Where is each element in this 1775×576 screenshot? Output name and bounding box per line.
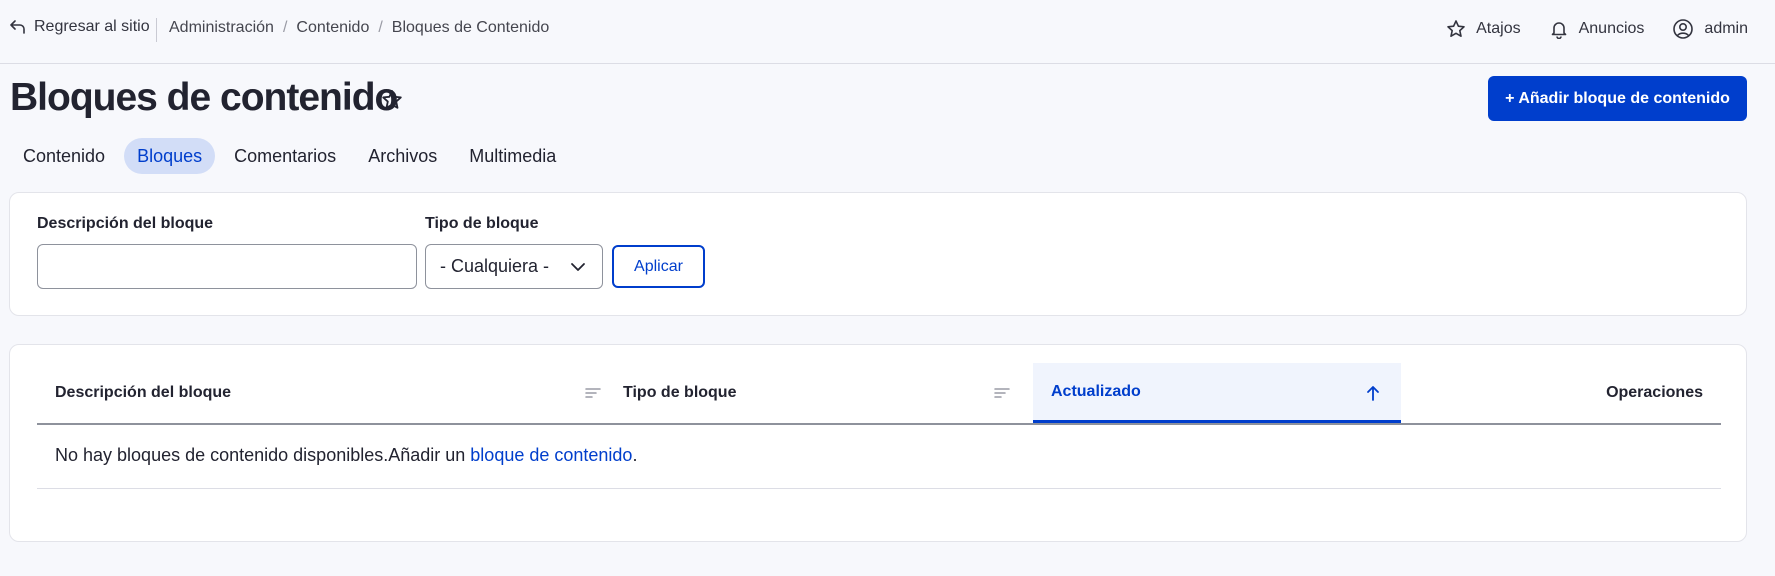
breadcrumb-item-contenido[interactable]: Contenido <box>296 19 369 37</box>
apply-filter-button[interactable]: Aplicar <box>612 245 705 288</box>
sort-icon <box>585 388 601 398</box>
arrow-up-icon <box>1367 386 1379 401</box>
shortcuts-button[interactable]: Atajos <box>1446 19 1521 39</box>
sort-icon <box>994 388 1010 398</box>
table-empty-message: No hay bloques de contenido disponibles.… <box>55 445 637 466</box>
bell-icon <box>1551 22 1566 39</box>
column-header-description-label: Descripción del bloque <box>55 384 232 401</box>
shortcuts-label: Atajos <box>1476 20 1521 37</box>
blocks-table: Descripción del bloque Tipo de bloque Ac… <box>9 344 1747 542</box>
top-actions: Atajos Anuncios admin <box>1446 18 1748 40</box>
tab-multimedia[interactable]: Multimedia <box>456 138 569 174</box>
add-content-block-button[interactable]: + Añadir bloque de contenido <box>1488 76 1747 121</box>
breadcrumb-separator: / <box>282 19 288 36</box>
breadcrumb-item-administracion[interactable]: Administración <box>169 19 274 37</box>
filter-panel: Descripción del bloque Tipo de bloque - … <box>9 192 1747 316</box>
content-tabs: Contenido Bloques Comentarios Archivos M… <box>10 138 569 174</box>
tab-contenido[interactable]: Contenido <box>10 138 118 174</box>
page-title: Bloques de contenido <box>10 76 398 119</box>
favorite-star-icon[interactable] <box>381 89 403 111</box>
back-arrow-icon <box>10 20 25 34</box>
empty-message-end: . <box>632 445 638 465</box>
breadcrumb: Administración / Contenido / Bloques de … <box>169 19 549 37</box>
announcements-button[interactable]: Anuncios <box>1549 19 1645 39</box>
column-header-updated[interactable]: Actualizado <box>1033 363 1401 423</box>
column-header-type-label: Tipo de bloque <box>623 384 737 401</box>
table-header-rule <box>37 423 1721 425</box>
tab-comentarios[interactable]: Comentarios <box>221 138 349 174</box>
topbar-divider <box>156 18 157 42</box>
empty-message-text: No hay bloques de contenido disponibles.… <box>55 445 471 465</box>
breadcrumb-item-bloques[interactable]: Bloques de Contenido <box>392 19 549 37</box>
column-header-updated-label: Actualizado <box>1051 382 1141 400</box>
block-description-input[interactable] <box>37 244 417 289</box>
column-header-operations-label: Operaciones <box>1606 384 1703 401</box>
star-icon <box>1447 20 1465 37</box>
announcements-label: Anuncios <box>1578 20 1645 37</box>
table-row-rule <box>37 488 1721 489</box>
user-menu-button[interactable]: admin <box>1672 18 1748 40</box>
block-description-label: Descripción del bloque <box>37 215 214 232</box>
user-icon <box>1673 19 1694 39</box>
top-bar: Regresar al sitio Administración / Conte… <box>0 0 1775 64</box>
add-block-link[interactable]: bloque de contenido <box>470 445 632 465</box>
chevron-down-icon <box>571 263 585 271</box>
block-type-selected: - Cualquiera - <box>440 256 550 276</box>
block-type-label: Tipo de bloque <box>425 215 539 232</box>
block-type-select[interactable]: - Cualquiera - <box>425 244 603 289</box>
tab-bloques[interactable]: Bloques <box>124 138 216 174</box>
back-to-site-label: Regresar al sitio <box>34 18 150 35</box>
column-header-operations: Operaciones <box>1401 363 1721 423</box>
user-name: admin <box>1704 20 1748 37</box>
column-header-type[interactable]: Tipo de bloque <box>605 363 1013 423</box>
column-header-description[interactable]: Descripción del bloque <box>37 363 605 423</box>
back-to-site-link[interactable]: Regresar al sitio <box>10 18 150 36</box>
breadcrumb-separator: / <box>378 19 383 36</box>
tab-archivos[interactable]: Archivos <box>355 138 450 174</box>
